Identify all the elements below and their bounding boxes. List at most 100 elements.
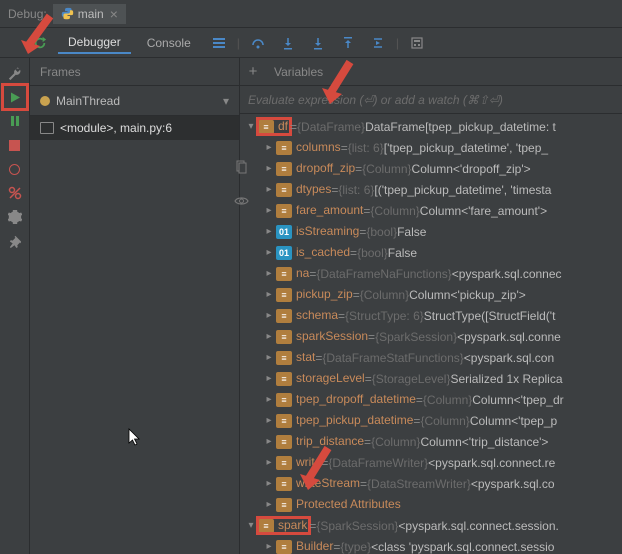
step-into-my-icon[interactable]: [306, 31, 330, 55]
run-to-cursor-icon[interactable]: [366, 31, 390, 55]
chevron-right-icon[interactable]: ▸: [262, 310, 276, 321]
variable-row[interactable]: ▸≡storageLevel = {StorageLevel} Serializ…: [240, 368, 622, 389]
chevron-right-icon[interactable]: ▸: [262, 436, 276, 447]
stack-frame-item[interactable]: <module>, main.py:6: [30, 116, 239, 140]
field-var-icon: ≡: [276, 477, 292, 491]
chevron-right-icon[interactable]: ▸: [262, 226, 276, 237]
chevron-right-icon[interactable]: ▸: [262, 352, 276, 363]
field-var-icon: ≡: [276, 435, 292, 449]
field-var-icon: ≡: [276, 309, 292, 323]
step-into-icon[interactable]: [276, 31, 300, 55]
variable-row[interactable]: ▸≡stat = {DataFrameStatFunctions} <pyspa…: [240, 347, 622, 368]
resume-button[interactable]: [6, 88, 24, 106]
variable-tree[interactable]: ▾≡df = {DataFrame} DataFrame[tpep_pickup…: [240, 114, 622, 554]
bool-var-icon: 01: [276, 246, 292, 260]
copy-icon[interactable]: [234, 160, 249, 177]
mute-breakpoints-icon[interactable]: [6, 184, 24, 202]
variable-row[interactable]: ▸≡columns = {list: 6} ['tpep_pickup_date…: [240, 137, 622, 158]
chevron-right-icon[interactable]: ▸: [262, 142, 276, 153]
variable-row[interactable]: ▸≡write = {DataFrameWriter} <pyspark.sql…: [240, 452, 622, 473]
chevron-right-icon[interactable]: ▸: [262, 457, 276, 468]
chevron-right-icon[interactable]: ▸: [262, 394, 276, 405]
variable-row[interactable]: ▸≡tpep_pickup_datetime = {Column} Column…: [240, 410, 622, 431]
field-var-icon: ≡: [276, 498, 292, 512]
chevron-right-icon[interactable]: ▸: [262, 373, 276, 384]
threads-icon[interactable]: [207, 31, 231, 55]
field-var-icon: ≡: [276, 204, 292, 218]
chevron-right-icon[interactable]: ▸: [262, 415, 276, 426]
variable-row[interactable]: ▸≡dropoff_zip = {Column} Column<'dropoff…: [240, 158, 622, 179]
pause-button[interactable]: [6, 112, 24, 130]
variables-pane: + Variables Evaluate expression (⏎) or a…: [240, 58, 622, 554]
variable-row[interactable]: ▸≡na = {DataFrameNaFunctions} <pyspark.s…: [240, 263, 622, 284]
chevron-right-icon[interactable]: ▸: [262, 331, 276, 342]
left-action-gutter: [0, 58, 30, 554]
pin-icon[interactable]: [6, 232, 24, 250]
settings-icon[interactable]: [6, 208, 24, 226]
variable-row[interactable]: ▾≡df = {DataFrame} DataFrame[tpep_pickup…: [240, 116, 622, 137]
watch-icon[interactable]: [234, 195, 249, 210]
chevron-down-icon[interactable]: ▾: [244, 121, 258, 132]
stop-button[interactable]: [6, 136, 24, 154]
variable-row[interactable]: ▸≡fare_amount = {Column} Column<'fare_am…: [240, 200, 622, 221]
chevron-down-icon[interactable]: ▾: [223, 94, 229, 108]
list-var-icon: ≡: [276, 141, 292, 155]
thread-status-dot: [40, 96, 50, 106]
thread-selector[interactable]: MainThread ▾: [30, 86, 239, 116]
variable-row[interactable]: ▸01is_cached = {bool} False: [240, 242, 622, 263]
frames-header: Frames: [30, 58, 239, 86]
evaluate-expression-input[interactable]: Evaluate expression (⏎) or add a watch (…: [240, 86, 622, 114]
chevron-right-icon[interactable]: ▸: [262, 289, 276, 300]
chevron-right-icon[interactable]: ▸: [262, 499, 276, 510]
debug-toolbar: Debugger Console | |: [0, 28, 622, 58]
thread-name: MainThread: [56, 94, 120, 108]
file-tab-main[interactable]: main ×: [53, 4, 126, 24]
titlebar-label: Debug:: [8, 7, 47, 21]
evaluate-icon[interactable]: [405, 31, 429, 55]
debug-titlebar: Debug: main ×: [0, 0, 622, 28]
list-var-icon: ≡: [276, 183, 292, 197]
frame-icon: [40, 122, 54, 134]
variable-row[interactable]: ▸≡tpep_dropoff_datetime = {Column} Colum…: [240, 389, 622, 410]
frame-label: <module>, main.py:6: [60, 121, 172, 135]
variable-row[interactable]: ▸≡sparkSession = {SparkSession} <pyspark…: [240, 326, 622, 347]
wrench-icon[interactable]: [6, 64, 24, 82]
rerun-icon[interactable]: [28, 31, 52, 55]
chevron-right-icon[interactable]: ▸: [262, 247, 276, 258]
step-out-icon[interactable]: [336, 31, 360, 55]
step-over-icon[interactable]: [246, 31, 270, 55]
close-icon[interactable]: ×: [110, 7, 118, 21]
variable-row[interactable]: ▸≡Protected Attributes: [240, 494, 622, 515]
field-var-icon: ≡: [276, 540, 292, 554]
chevron-right-icon[interactable]: ▸: [262, 184, 276, 195]
bool-var-icon: 01: [276, 225, 292, 239]
variables-header: Variables: [266, 65, 323, 79]
file-tab-label: main: [78, 7, 104, 21]
chevron-right-icon[interactable]: ▸: [262, 541, 276, 552]
variable-row[interactable]: ▸≡dtypes = {list: 6} [('tpep_pickup_date…: [240, 179, 622, 200]
field-var-icon: ≡: [276, 267, 292, 281]
chevron-right-icon[interactable]: ▸: [262, 163, 276, 174]
vars-side-tools: [234, 160, 249, 210]
variable-row[interactable]: ▾≡spark = {SparkSession} <pyspark.sql.co…: [240, 515, 622, 536]
chevron-right-icon[interactable]: ▸: [262, 478, 276, 489]
variable-row[interactable]: ▸≡Builder = {type} <class 'pyspark.sql.c…: [240, 536, 622, 554]
field-var-icon: ≡: [276, 288, 292, 302]
field-var-icon: ≡: [258, 519, 274, 533]
add-watch-icon[interactable]: +: [240, 63, 266, 80]
chevron-down-icon[interactable]: ▾: [244, 520, 258, 531]
variable-row[interactable]: ▸≡schema = {StructType: 6} StructType([S…: [240, 305, 622, 326]
view-breakpoints-icon[interactable]: [6, 160, 24, 178]
tab-console[interactable]: Console: [137, 33, 201, 53]
tab-debugger[interactable]: Debugger: [58, 32, 131, 54]
chevron-right-icon[interactable]: ▸: [262, 205, 276, 216]
chevron-right-icon[interactable]: ▸: [262, 268, 276, 279]
python-icon: [61, 7, 74, 20]
variable-row[interactable]: ▸≡pickup_zip = {Column} Column<'pickup_z…: [240, 284, 622, 305]
variable-row[interactable]: ▸≡trip_distance = {Column} Column<'trip_…: [240, 431, 622, 452]
variable-row[interactable]: ▸≡writeStream = {DataStreamWriter} <pysp…: [240, 473, 622, 494]
field-var-icon: ≡: [276, 456, 292, 470]
field-var-icon: ≡: [276, 414, 292, 428]
variable-row[interactable]: ▸01isStreaming = {bool} False: [240, 221, 622, 242]
field-var-icon: ≡: [276, 393, 292, 407]
